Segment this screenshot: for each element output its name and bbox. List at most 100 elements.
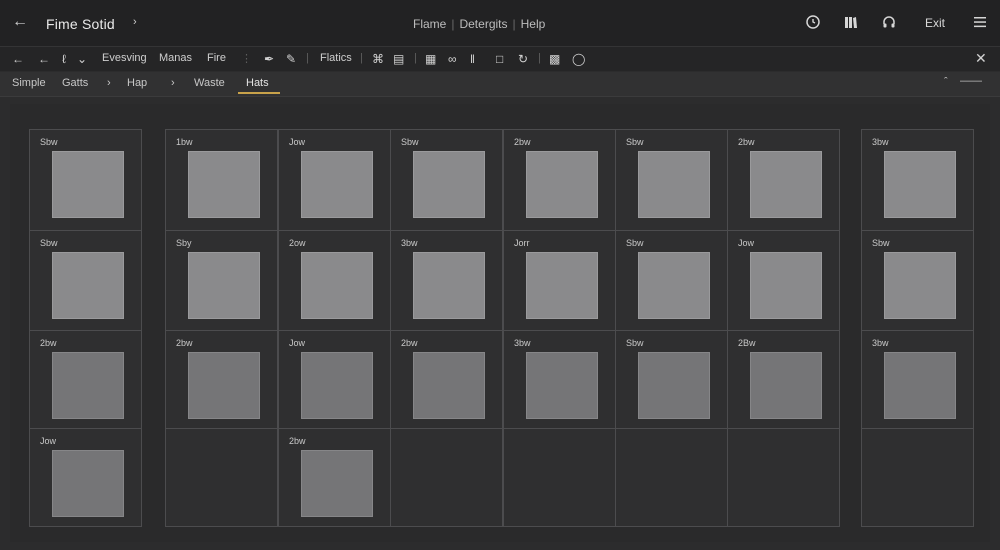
breadcrumb-item-gatts[interactable]: Gatts bbox=[62, 77, 88, 89]
thumbnail-cell[interactable]: Sbw bbox=[615, 230, 728, 331]
breadcrumb: Simple Gatts › Hap › Waste Hats ˆ —— bbox=[0, 72, 1000, 97]
thumbnail-image[interactable] bbox=[884, 352, 956, 419]
thumbnail-image[interactable] bbox=[638, 151, 710, 218]
thumbnail-image[interactable] bbox=[188, 352, 260, 419]
pen-icon[interactable]: ✒ bbox=[264, 52, 274, 66]
back-arrow-icon[interactable]: ← bbox=[12, 52, 24, 66]
exit-button[interactable]: Exit bbox=[925, 16, 945, 30]
breadcrumb-item-waste[interactable]: Waste bbox=[194, 77, 225, 89]
thumbnail-image[interactable] bbox=[526, 352, 598, 419]
thumbnail-cell[interactable]: Jow bbox=[727, 230, 840, 331]
pin-icon[interactable]: ◯ bbox=[572, 52, 585, 66]
thumbnail-cell[interactable]: 3bw bbox=[861, 129, 974, 231]
hamburger-menu-icon[interactable] bbox=[971, 14, 989, 32]
thumbnail-image[interactable] bbox=[301, 252, 373, 319]
back-arrow-icon[interactable]: ← bbox=[12, 13, 28, 31]
rotate-icon[interactable]: ↻ bbox=[518, 52, 528, 66]
menu-item-help[interactable]: Help bbox=[521, 17, 546, 31]
thumbnail-cell[interactable]: Sbw bbox=[615, 129, 728, 231]
thumbnail-cell[interactable]: 2Bw bbox=[727, 330, 840, 429]
columns-icon[interactable]: ‖ bbox=[470, 52, 475, 66]
thumbnail-image[interactable] bbox=[301, 450, 373, 517]
thumbnail-cell[interactable]: 3bw bbox=[503, 330, 616, 429]
thumbnail-image[interactable] bbox=[413, 352, 485, 419]
thumbnail-image[interactable] bbox=[638, 252, 710, 319]
menu-item-flame[interactable]: Flame bbox=[413, 17, 446, 31]
thumbnail-image[interactable] bbox=[188, 151, 260, 218]
thumbnail-cell[interactable]: 2bw bbox=[29, 330, 142, 429]
link-icon[interactable]: ∞ bbox=[448, 52, 457, 66]
back-arrow-icon[interactable]: ← bbox=[38, 52, 50, 66]
thumbnail-cell[interactable]: 2bw bbox=[165, 330, 278, 429]
layers-icon[interactable]: ▤ bbox=[393, 52, 404, 66]
breadcrumb-item-simple[interactable]: Simple bbox=[12, 77, 46, 89]
toolbar-item-evesving[interactable]: Evesving bbox=[102, 52, 147, 64]
thumbnail-image[interactable] bbox=[413, 252, 485, 319]
thumbnail-cell[interactable]: 2bw bbox=[727, 129, 840, 231]
toolbar-item-fire[interactable]: Fire bbox=[207, 52, 226, 64]
thumbnail-cell[interactable]: Sbw bbox=[29, 230, 142, 331]
close-icon[interactable]: ✕ bbox=[975, 50, 987, 67]
frame-icon[interactable]: □ bbox=[496, 52, 503, 66]
thumbnail-image[interactable] bbox=[750, 352, 822, 419]
thumbnail-cell[interactable] bbox=[503, 428, 616, 527]
headphones-icon[interactable] bbox=[880, 14, 898, 32]
thumbnail-cell[interactable]: 2bw bbox=[390, 330, 503, 429]
minimize-icon[interactable]: —— bbox=[960, 75, 982, 87]
thumbnail-image[interactable] bbox=[638, 352, 710, 419]
thumbnail-cell[interactable]: Sbw bbox=[390, 129, 503, 231]
thumbnail-cell[interactable] bbox=[165, 428, 278, 527]
thumbnail-image[interactable] bbox=[884, 252, 956, 319]
thumbnail-cell[interactable]: Jow bbox=[278, 129, 391, 231]
thumbnail-image[interactable] bbox=[52, 352, 124, 419]
thumbnail-cell[interactable]: 2bw bbox=[503, 129, 616, 231]
thumbnail-label: Jow bbox=[289, 137, 306, 147]
thumbnail-image[interactable] bbox=[301, 151, 373, 218]
thumbnail-cell[interactable]: 1bw bbox=[165, 129, 278, 231]
chevron-right-icon[interactable]: › bbox=[133, 16, 137, 28]
image-icon[interactable]: ▩ bbox=[549, 52, 560, 66]
crop-icon[interactable]: ⌘ bbox=[372, 52, 384, 66]
thumbnail-cell[interactable] bbox=[727, 428, 840, 527]
edit-box-icon[interactable]: ✎ bbox=[286, 52, 296, 66]
thumbnail-cell[interactable]: 2bw bbox=[278, 428, 391, 527]
thumbnail-cell[interactable]: Sbw bbox=[861, 230, 974, 331]
thumbnail-image[interactable] bbox=[301, 352, 373, 419]
thumbnail-image[interactable] bbox=[526, 252, 598, 319]
thumbnail-label: 2bw bbox=[514, 137, 531, 147]
thumbnail-cell[interactable]: 2ow bbox=[278, 230, 391, 331]
thumbnail-image[interactable] bbox=[884, 151, 956, 218]
breadcrumb-item-hats[interactable]: Hats bbox=[246, 77, 269, 89]
menu-item-detergits[interactable]: Detergits bbox=[459, 17, 507, 31]
thumbnail-image[interactable] bbox=[52, 252, 124, 319]
thumbnail-cell[interactable]: Jow bbox=[278, 330, 391, 429]
grid-icon[interactable]: ▦ bbox=[425, 52, 436, 66]
thumbnail-image[interactable] bbox=[413, 151, 485, 218]
toolbar-item-manas[interactable]: Manas bbox=[159, 52, 192, 64]
thumbnail-image[interactable] bbox=[750, 151, 822, 218]
thumbnail-image[interactable] bbox=[750, 252, 822, 319]
chevron-up-icon[interactable]: ˆ bbox=[944, 76, 948, 88]
thumbnail-cell[interactable]: Jow bbox=[29, 428, 142, 527]
toolbar-item-flatics[interactable]: Flatics bbox=[320, 52, 352, 64]
contact-sheet-canvas: Sbw Sbw 2bw Jow 1bw Jow Sbw 2bw Sbw 2bw Sby 2ow 3bw J… bbox=[10, 104, 990, 542]
thumbnail-image[interactable] bbox=[188, 252, 260, 319]
thumbnail-cell[interactable]: Sbw bbox=[615, 330, 728, 429]
thumbnail-image[interactable] bbox=[52, 450, 124, 517]
chevron-down-icon[interactable]: ⌄ bbox=[77, 52, 87, 66]
thumbnail-cell[interactable] bbox=[615, 428, 728, 527]
thumbnail-cell[interactable]: Sby bbox=[165, 230, 278, 331]
thumbnail-image[interactable] bbox=[526, 151, 598, 218]
thumbnail-cell[interactable]: 3bw bbox=[861, 330, 974, 429]
top-menu: Flame | Detergits | Help bbox=[413, 17, 545, 31]
thumbnail-image[interactable] bbox=[52, 151, 124, 218]
thumbnail-cell[interactable]: Jorr bbox=[503, 230, 616, 331]
breadcrumb-item-hap[interactable]: Hap bbox=[127, 77, 147, 89]
thumbnail-cell[interactable]: Sbw bbox=[29, 129, 142, 231]
thumbnail-cell[interactable] bbox=[861, 428, 974, 527]
thumbnail-cell[interactable] bbox=[390, 428, 503, 527]
thumbnail-cell[interactable]: 3bw bbox=[390, 230, 503, 331]
library-icon[interactable] bbox=[842, 14, 860, 32]
brush-icon[interactable]: ℓ bbox=[62, 52, 66, 66]
refresh-icon[interactable] bbox=[804, 14, 822, 32]
